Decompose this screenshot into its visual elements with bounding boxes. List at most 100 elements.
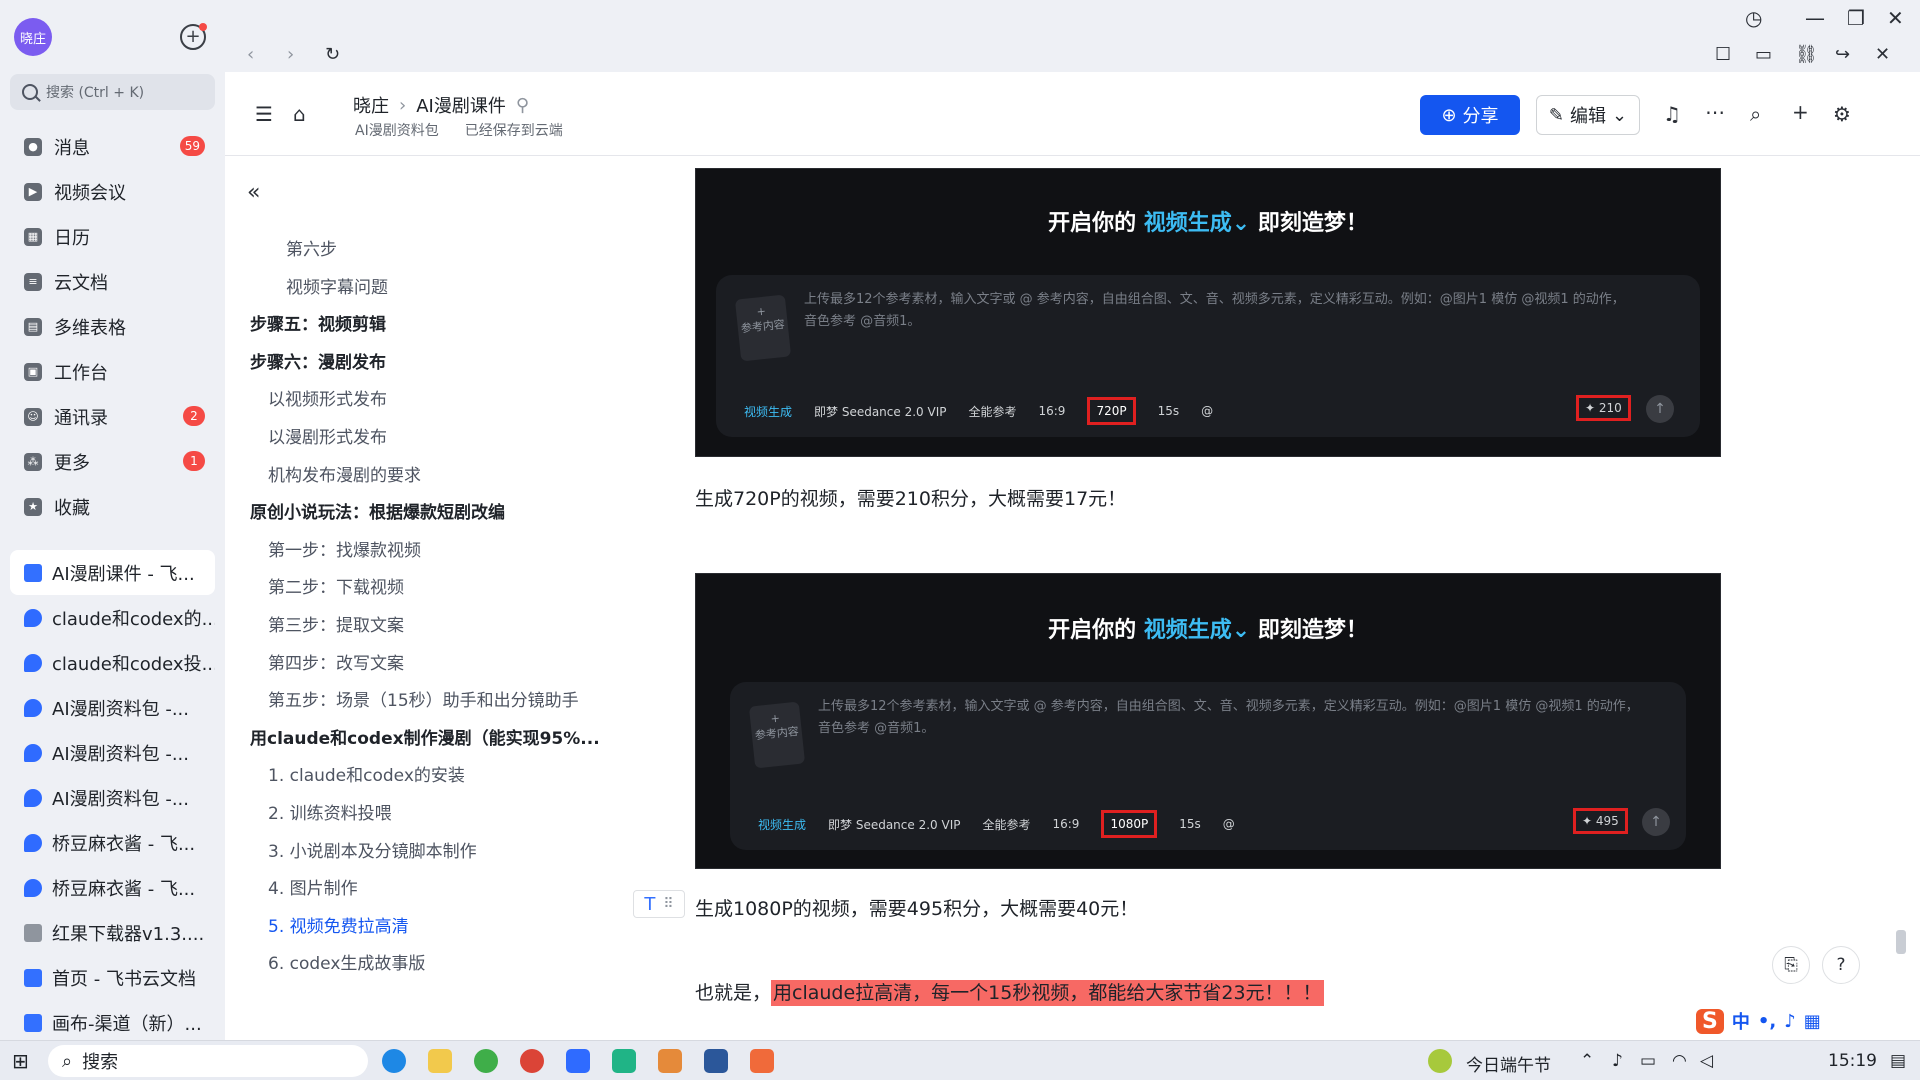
keyboard-icon: ▦ [1803,1010,1821,1032]
add-icon[interactable]: + [1792,100,1809,124]
unread-badge: 59 [179,136,205,156]
edge-icon[interactable] [382,1049,406,1073]
drag-handle-icon: ⠿ [663,896,674,912]
toc-item[interactable]: 以视频形式发布 [268,385,387,410]
recent-item[interactable]: 首页 - 飞书云文档 [10,955,215,1000]
prompt-hint: 上传最多12个参考素材，输入文字或 @ 参考内容，自由组合图、文、音、视频多元素… [818,699,1639,736]
share-button[interactable]: ⊕ 分享 [1420,95,1520,135]
tray-chevron-icon[interactable]: ⌃ [1580,1051,1594,1071]
toc-item[interactable]: 3. 小说剧本及分镜脚本制作 [268,837,477,862]
collapse-toc-icon[interactable]: « [247,180,260,205]
doc-icon [24,968,42,987]
recent-item[interactable]: 红果下载器v1.3.... [10,910,215,955]
comment-icon[interactable]: ☐ [1715,44,1731,65]
help-icon[interactable]: ? [1822,946,1860,984]
toc-item[interactable]: 2. 训练资料投喂 [268,799,392,824]
breadcrumb-doc[interactable]: AI漫剧课件 [416,92,506,118]
avatar[interactable]: 晓庄 [14,18,52,56]
close-tab-icon[interactable]: ✕ [1875,44,1890,65]
app-icon[interactable] [612,1049,636,1073]
settings-icon[interactable]: ⚙ [1833,102,1851,126]
taskbar-search[interactable]: ⌕ 搜索 [48,1045,368,1077]
outline-toggle-icon[interactable]: ☰ [255,102,273,126]
feishu-icon [24,608,42,627]
breadcrumb-root[interactable]: 晓庄 [353,92,389,118]
ime-toolbar[interactable]: S 中 •, ♪ ▦ [1696,1008,1821,1034]
toc-item[interactable]: 机构发布漫剧的要求 [268,461,421,486]
nav-item-video-meeting[interactable]: ▶ 视频会议 [0,169,225,214]
recent-item[interactable]: AI漫剧资料包 -... [10,730,215,775]
folder-link[interactable]: AI漫剧资料包 [355,120,439,140]
notification-icon[interactable]: ▤ [1890,1051,1906,1071]
nav-item-workplace[interactable]: ▣ 工作台 [0,349,225,394]
recent-item[interactable]: claude和codex投... [10,640,215,685]
toc-item[interactable]: 第三步：提取文案 [268,611,404,636]
toc-item[interactable]: 4. 图片制作 [268,874,358,899]
paragraph-1080p[interactable]: 生成1080P的视频，需要495积分，大概需要40元！ [695,894,1138,921]
refresh-icon[interactable]: ↻ [325,44,340,65]
bell-icon[interactable]: ♫ [1663,102,1681,126]
nav-item-base[interactable]: ▤ 多维表格 [0,304,225,349]
recent-item[interactable]: AI漫剧课件 - 飞... [10,550,215,595]
nav-item-docs[interactable]: ≡ 云文档 [0,259,225,304]
toc-item[interactable]: 第五步：场景（15秒）助手和出分镜助手 [268,686,579,711]
new-plus-icon[interactable]: + [180,23,207,50]
file-explorer-icon[interactable] [428,1049,452,1073]
toc-item[interactable]: 原创小说玩法：根据爆款短剧改编 [250,498,505,523]
recent-item[interactable]: 桥豆麻衣酱 - 飞... [10,820,215,865]
nav-item-contacts[interactable]: ☺ 通讯录 2 [0,394,225,439]
toc-item[interactable]: 1. claude和codex的安装 [268,761,465,786]
pin-icon[interactable]: ⚲ [516,95,529,116]
scrollbar[interactable] [1893,158,1909,1038]
close-window-icon[interactable]: ✕ [1887,6,1904,30]
feishu-icon[interactable] [566,1049,590,1073]
toc-item[interactable]: 步骤六：漫剧发布 [250,348,386,373]
recent-item[interactable]: claude和codex的... [10,595,215,640]
back-icon[interactable]: ‹ [247,44,254,65]
search-icon[interactable]: ⌕ [1750,102,1761,126]
toc-item[interactable]: 第一步：找爆款视频 [268,536,421,561]
toc-item[interactable]: 6. codex生成故事版 [268,949,425,974]
nav-item-messages[interactable]: ● 消息 59 [0,124,225,169]
forward-icon[interactable]: › [287,44,294,65]
edit-button[interactable]: ✎ 编辑 ⌄ [1536,95,1640,135]
word-icon[interactable] [704,1049,728,1073]
windows-start-icon[interactable]: ⊞ [12,1049,29,1073]
doc-meta: AI漫剧资料包 已经保存到云端 [355,120,563,140]
chrome-icon[interactable] [520,1049,544,1073]
more-apps-icon: ⁂ [24,452,42,471]
toc-item[interactable]: 步骤五：视频剪辑 [250,310,386,335]
nav-item-more[interactable]: ⁂ 更多 1 [0,439,225,484]
nav-item-favorites[interactable]: ★ 收藏 [0,484,225,529]
link-icon[interactable]: ⛓ [1795,44,1818,65]
more-icon[interactable]: ⋯ [1705,100,1725,124]
claude-icon[interactable] [750,1049,774,1073]
mic-icon: ♪ [1612,1051,1623,1071]
recent-item[interactable]: AI漫剧资料包 -... [10,775,215,820]
home-icon[interactable]: ⌂ [293,102,306,126]
feishu-icon [24,743,42,762]
toc-item[interactable]: 5. 视频免费拉高清 [268,912,409,937]
app-icon[interactable] [658,1049,682,1073]
nav-item-calendar[interactable]: ▦ 日历 [0,214,225,259]
video-gen-screenshot-720p: 开启你的 视频生成⌄ 即刻造梦！ + 参考内容 上传最多12个参考素材，输入文字或… [695,168,1721,457]
toc-item[interactable]: 以漫剧形式发布 [268,423,387,448]
search-input[interactable]: 搜索 (Ctrl + K) [10,74,215,110]
restore-icon[interactable]: ❐ [1847,6,1865,30]
toc-item[interactable]: 第四步：改写文案 [268,649,404,674]
toc-item[interactable]: 第六步 [286,235,337,260]
block-type-handle[interactable]: T ⠿ [633,890,685,918]
scroll-thumb[interactable] [1896,930,1906,954]
recent-item[interactable]: AI漫剧资料包 -... [10,685,215,730]
minimize-icon[interactable]: — [1805,6,1825,30]
toc-item[interactable]: 第二步：下载视频 [268,573,404,598]
toc-item[interactable]: 视频字幕问题 [286,273,388,298]
toc-item[interactable]: 用claude和codex制作漫剧（能实现95%... [250,724,600,749]
recent-item[interactable]: 画布-渠道（新）... [10,1000,215,1045]
history-icon[interactable]: ◷ [1745,6,1762,30]
browser-icon[interactable] [474,1049,498,1073]
window-icon[interactable]: ▭ [1755,44,1772,65]
recent-item[interactable]: 桥豆麻衣酱 - 飞... [10,865,215,910]
doc-assistant-icon[interactable]: ⎘ [1772,946,1810,984]
forward-share-icon[interactable]: ↪ [1835,44,1850,65]
